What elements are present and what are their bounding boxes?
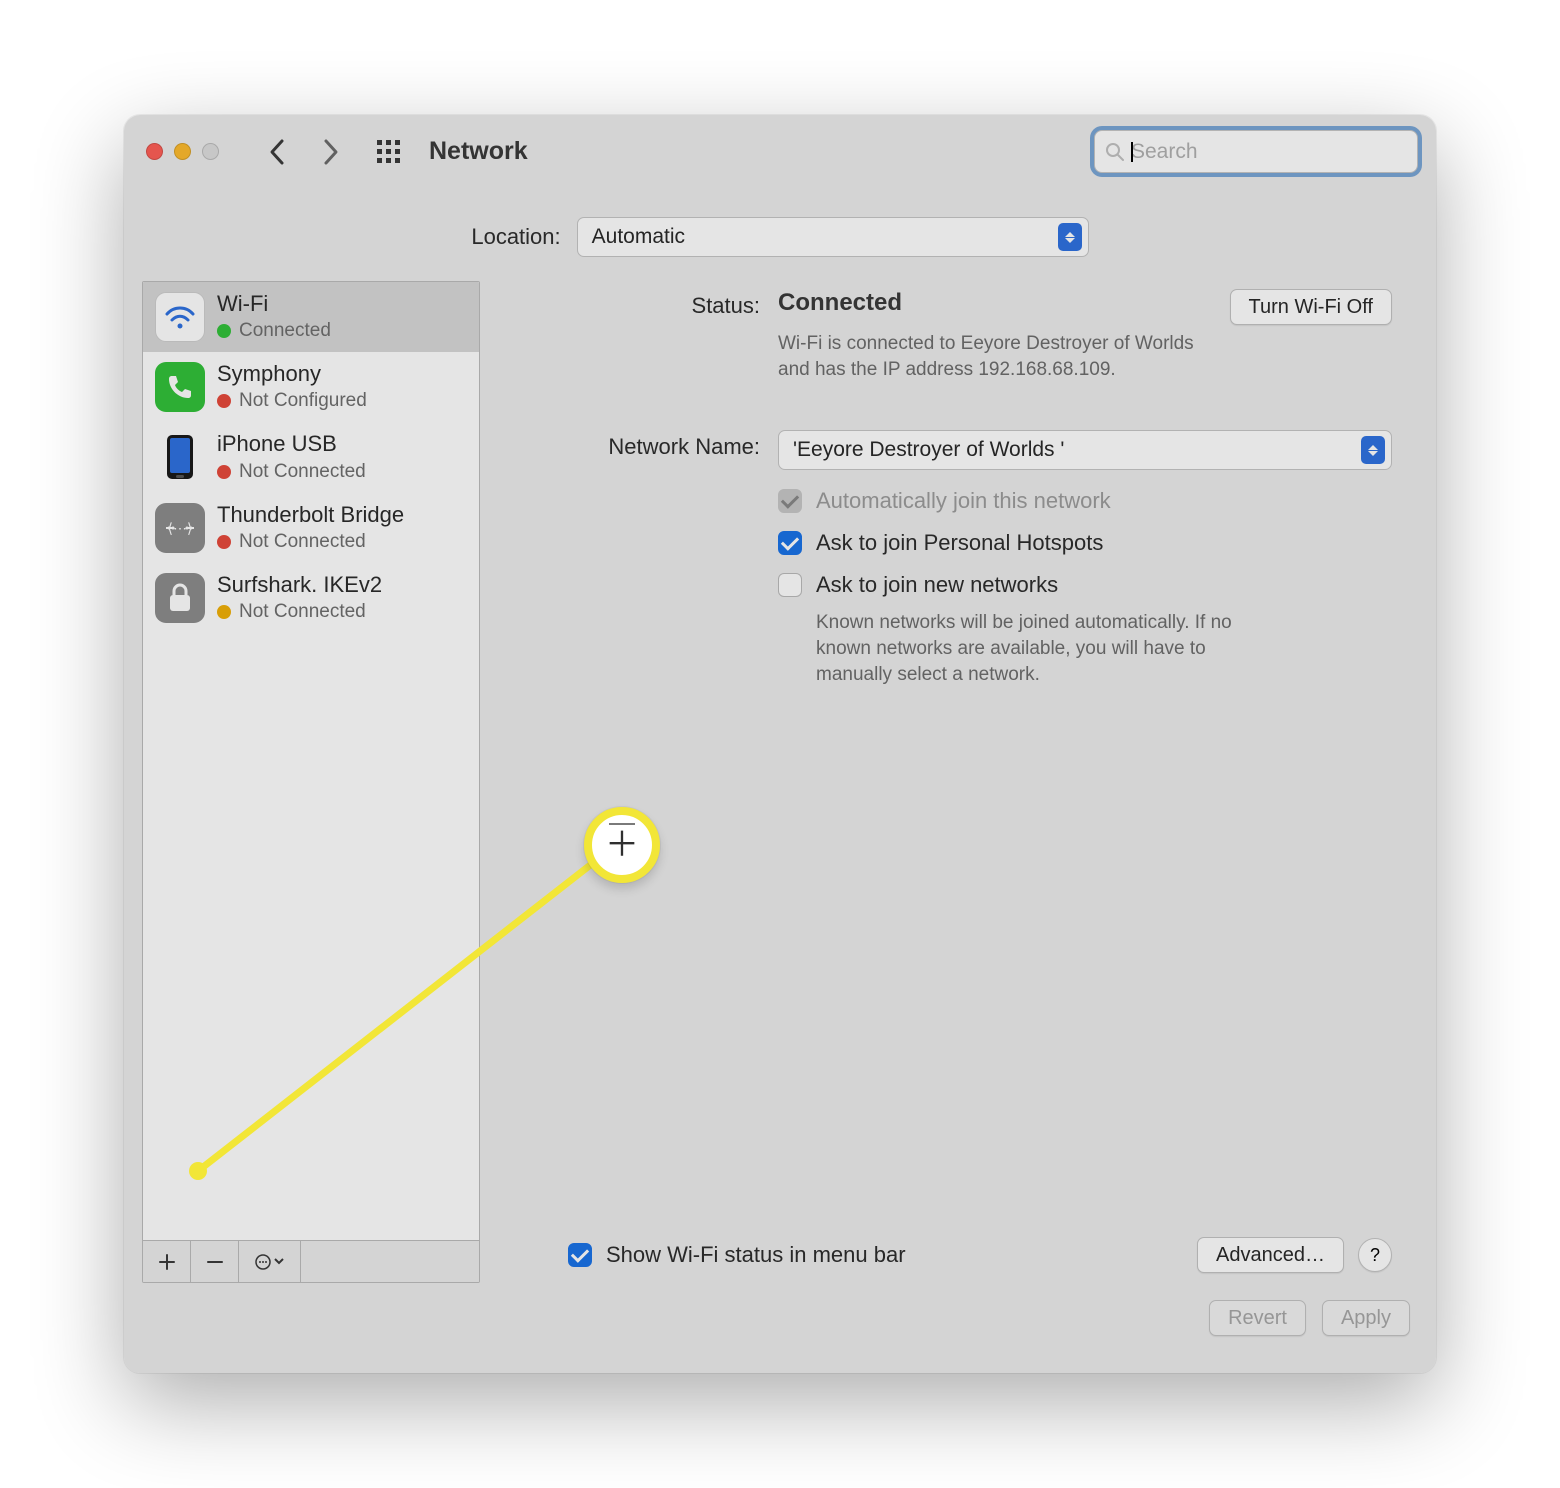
forward-button[interactable] bbox=[309, 132, 353, 172]
search-field[interactable]: Search bbox=[1094, 130, 1418, 173]
service-icon bbox=[155, 292, 205, 342]
ask-hotspot-checkbox-row[interactable]: Ask to join Personal Hotspots bbox=[778, 530, 1392, 556]
add-service-button[interactable] bbox=[143, 1241, 191, 1282]
location-value: Automatic bbox=[592, 225, 685, 249]
network-preferences-window: Network Search Location: Automatic Wi-F bbox=[124, 115, 1436, 1373]
status-label: Status: bbox=[524, 289, 760, 319]
service-icon bbox=[155, 432, 205, 482]
status-dot-icon bbox=[217, 535, 231, 549]
service-item-wi-fi[interactable]: Wi-Fi Connected bbox=[143, 282, 479, 352]
service-item-thunderbolt-bridge[interactable]: ⟨⋯⟩ Thunderbolt Bridge Not Connected bbox=[143, 493, 479, 563]
location-select[interactable]: Automatic bbox=[577, 217, 1089, 257]
service-item-iphone-usb[interactable]: iPhone USB Not Connected bbox=[143, 422, 479, 492]
minimize-window-button[interactable] bbox=[174, 143, 191, 160]
page-title: Network bbox=[429, 137, 528, 166]
network-name-label: Network Name: bbox=[524, 430, 760, 460]
service-status: Not Configured bbox=[217, 390, 367, 412]
turn-wifi-off-button[interactable]: Turn Wi-Fi Off bbox=[1230, 289, 1392, 325]
stepper-icon bbox=[1361, 436, 1385, 464]
status-description: Wi-Fi is connected to Eeyore Destroyer o… bbox=[778, 331, 1210, 382]
location-label: Location: bbox=[471, 224, 560, 250]
network-name-value: 'Eeyore Destroyer of Worlds ' bbox=[793, 438, 1064, 462]
auto-join-checkbox-row: Automatically join this network bbox=[778, 488, 1392, 514]
service-actions-button[interactable] bbox=[239, 1241, 301, 1282]
back-button[interactable] bbox=[255, 132, 299, 172]
remove-service-button[interactable] bbox=[191, 1241, 239, 1282]
ask-new-label: Ask to join new networks bbox=[816, 572, 1058, 598]
search-icon bbox=[1105, 142, 1125, 162]
show-all-button[interactable] bbox=[369, 132, 409, 172]
grid-icon bbox=[376, 139, 402, 165]
service-list-footer bbox=[143, 1240, 479, 1282]
service-icon bbox=[155, 362, 205, 412]
advanced-button[interactable]: Advanced… bbox=[1197, 1237, 1344, 1273]
close-window-button[interactable] bbox=[146, 143, 163, 160]
service-name: Symphony bbox=[217, 362, 367, 386]
service-list-panel: Wi-Fi Connected Symphony Not Configured iPho… bbox=[142, 281, 480, 1283]
plus-icon bbox=[158, 1253, 176, 1271]
service-icon: ⟨⋯⟩ bbox=[155, 503, 205, 553]
ask-new-checkbox[interactable] bbox=[778, 573, 802, 597]
service-status: Not Connected bbox=[217, 601, 382, 623]
service-item-surfshark-ikev2[interactable]: Surfshark. IKEv2 Not Connected bbox=[143, 563, 479, 633]
window-controls bbox=[146, 143, 219, 160]
window-footer: Revert Apply bbox=[124, 1283, 1436, 1373]
network-name-select[interactable]: 'Eeyore Destroyer of Worlds ' bbox=[778, 430, 1392, 470]
status-dot-icon bbox=[217, 465, 231, 479]
status-value: Connected bbox=[778, 289, 1210, 317]
apply-button[interactable]: Apply bbox=[1322, 1300, 1410, 1336]
chevron-right-icon bbox=[322, 138, 340, 166]
status-dot-icon bbox=[217, 394, 231, 408]
ask-hotspot-checkbox[interactable] bbox=[778, 531, 802, 555]
content-area: Wi-Fi Connected Symphony Not Configured iPho… bbox=[124, 257, 1436, 1283]
service-status: Not Connected bbox=[217, 461, 366, 483]
zoom-window-button[interactable] bbox=[202, 143, 219, 160]
show-menu-checkbox-row[interactable]: Show Wi-Fi status in menu bar bbox=[568, 1242, 906, 1268]
known-networks-description: Known networks will be joined automatica… bbox=[778, 610, 1248, 687]
status-dot-icon bbox=[217, 324, 231, 338]
service-status: Connected bbox=[217, 320, 331, 342]
show-menu-checkbox[interactable] bbox=[568, 1243, 592, 1267]
service-icon bbox=[155, 573, 205, 623]
service-detail-panel: Status: Connected Wi-Fi is connected to … bbox=[498, 281, 1418, 1283]
status-dot-icon bbox=[217, 605, 231, 619]
service-name: Thunderbolt Bridge bbox=[217, 503, 404, 527]
svg-text:⟨⋯⟩: ⟨⋯⟩ bbox=[168, 520, 193, 536]
toolbar: Network Search bbox=[124, 115, 1436, 189]
service-list[interactable]: Wi-Fi Connected Symphony Not Configured iPho… bbox=[143, 282, 479, 1240]
auto-join-label: Automatically join this network bbox=[816, 488, 1111, 514]
auto-join-checkbox bbox=[778, 489, 802, 513]
revert-button[interactable]: Revert bbox=[1209, 1300, 1306, 1336]
service-name: Wi-Fi bbox=[217, 292, 331, 316]
stepper-icon bbox=[1058, 223, 1082, 251]
minus-icon bbox=[206, 1253, 224, 1271]
ellipsis-chevron-icon bbox=[255, 1253, 285, 1271]
chevron-left-icon bbox=[268, 138, 286, 166]
service-item-symphony[interactable]: Symphony Not Configured bbox=[143, 352, 479, 422]
search-placeholder: Search bbox=[1131, 140, 1198, 163]
ask-new-checkbox-row[interactable]: Ask to join new networks bbox=[778, 572, 1392, 598]
help-button[interactable]: ? bbox=[1358, 1238, 1392, 1272]
service-name: iPhone USB bbox=[217, 432, 366, 456]
show-menu-label: Show Wi-Fi status in menu bar bbox=[606, 1242, 906, 1268]
ask-hotspot-label: Ask to join Personal Hotspots bbox=[816, 530, 1103, 556]
location-row: Location: Automatic bbox=[124, 217, 1436, 257]
service-status: Not Connected bbox=[217, 531, 404, 553]
service-name: Surfshark. IKEv2 bbox=[217, 573, 382, 597]
